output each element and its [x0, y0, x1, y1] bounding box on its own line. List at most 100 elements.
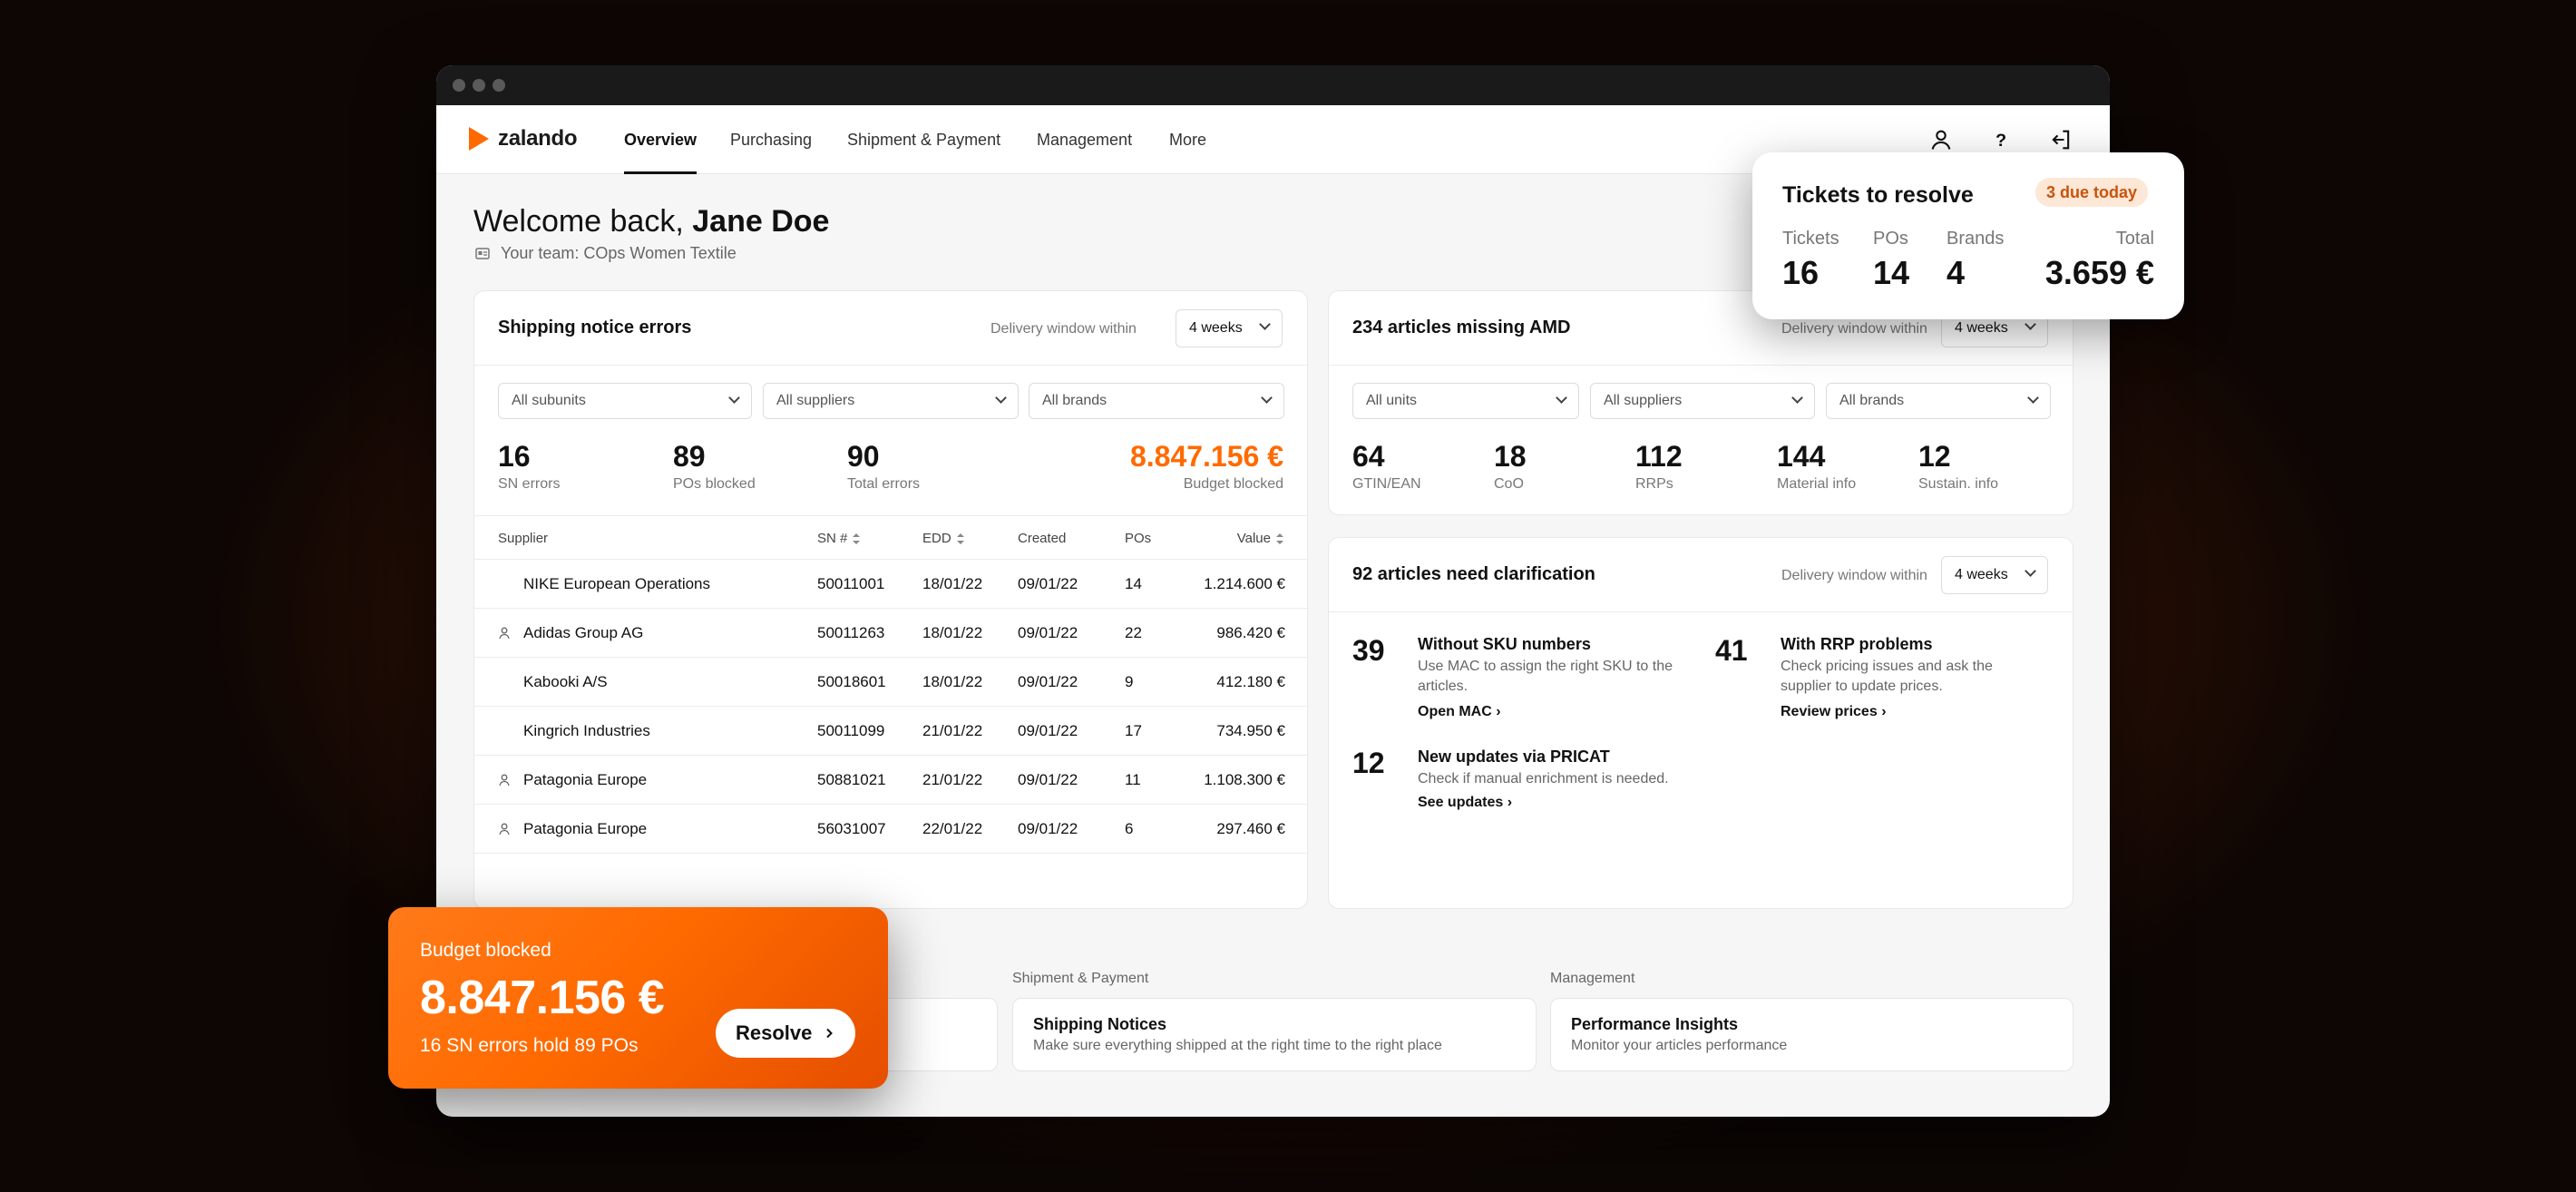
subunit-filter-value: All subunits	[512, 393, 586, 408]
brand-logo[interactable]: zalando	[469, 126, 578, 151]
edd-cell: 22/01/22	[922, 820, 983, 837]
clarification-card-title: 92 articles need clarification	[1352, 564, 1595, 584]
amd-brand-filter[interactable]: All brands	[1826, 383, 2051, 419]
rrp-text: Check pricing issues and ask the supplie…	[1781, 659, 1993, 694]
delivery-window-value: 4 weeks	[1189, 320, 1243, 336]
table-row[interactable]: Kabooki A/S 50018601 18/01/22 09/01/22 9 412.…	[474, 658, 1307, 707]
tab-overview[interactable]: Overview	[624, 105, 698, 174]
person-icon	[499, 774, 510, 787]
col-value[interactable]: Value	[1237, 531, 1283, 546]
amd-unit-filter[interactable]: All units	[1352, 383, 1579, 419]
logout-icon[interactable]	[2048, 127, 2073, 152]
pos-blocked-value: 89	[673, 440, 706, 473]
tab-shipment-payment[interactable]: Shipment & Payment	[847, 105, 1000, 174]
sn-cell: 56031007	[817, 820, 886, 837]
supplier-cell: Kingrich Industries	[523, 722, 650, 739]
tab-management[interactable]: Management	[1037, 105, 1132, 174]
tickets-value: 16	[1782, 254, 1820, 291]
section-management: Management	[1550, 971, 1635, 986]
col-supplier[interactable]: Supplier	[498, 531, 548, 546]
pricat-text: Check if manual enrichment is needed.	[1418, 771, 1669, 787]
review-prices-link[interactable]: Review prices ›	[1781, 704, 1887, 720]
tickets-popup[interactable]: Tickets to resolve 3 due today Tickets 1…	[1752, 152, 2184, 319]
user-name: Jane Doe	[692, 204, 830, 239]
see-updates-link[interactable]: See updates ›	[1418, 795, 1512, 811]
rrps-value: 112	[1635, 440, 1683, 473]
help-icon[interactable]: ?	[1988, 127, 2014, 152]
amd-window-label: Delivery window within	[1781, 321, 1927, 337]
clarification-window-label: Delivery window within	[1781, 568, 1927, 583]
clarification-card: 92 articles need clarification Delivery …	[1328, 537, 2073, 909]
due-today-badge: 3 due today	[2035, 178, 2149, 207]
coo-value: 18	[1494, 440, 1527, 473]
tab-purchasing[interactable]: Purchasing	[730, 105, 812, 174]
tickets-brands-label: Brands	[1947, 229, 2005, 249]
table-row[interactable]: Adidas Group AG 50011263 18/01/22 09/01/22 2…	[474, 609, 1307, 658]
delivery-window-select[interactable]: 4 weeks	[1176, 309, 1283, 347]
open-mac-link[interactable]: Open MAC ›	[1418, 704, 1501, 720]
value-cell: 412.180 €	[1216, 673, 1285, 690]
shipping-notices-text: Make sure everything shipped at the righ…	[1033, 1038, 1442, 1053]
edd-cell: 18/01/22	[922, 624, 983, 641]
performance-insights-module[interactable]: Performance Insights Monitor your articl…	[1550, 998, 2073, 1071]
pricat-count: 12	[1352, 747, 1385, 779]
amd-unit-filter-value: All units	[1366, 393, 1418, 408]
col-created[interactable]: Created	[1018, 531, 1066, 546]
pos-cell: 17	[1125, 722, 1142, 739]
budget-blocked-popup: Budget blocked 8.847.156 € 16 SN errors …	[388, 907, 888, 1089]
person-icon	[499, 627, 510, 640]
team-info: Your team: COps Women Textile	[475, 244, 737, 263]
gtin-value: 64	[1352, 440, 1385, 473]
sku-text: Use MAC to assign the right SKU to the a…	[1418, 659, 1673, 694]
resolve-button[interactable]: Resolve	[716, 1009, 855, 1058]
edd-cell: 21/01/22	[922, 771, 983, 788]
sustain-info-value: 12	[1918, 440, 1951, 473]
amd-window-value: 4 weeks	[1955, 320, 2008, 336]
chevron-down-icon	[1261, 392, 1273, 404]
table-row[interactable]: Patagonia Europe 56031007 22/01/22 09/01/22…	[474, 805, 1307, 854]
chevron-right-icon: ›	[1496, 704, 1501, 719]
pos-cell: 9	[1125, 673, 1134, 690]
pos-cell: 22	[1125, 624, 1142, 641]
created-cell: 09/01/22	[1018, 722, 1078, 739]
delivery-window-label: Delivery window within	[990, 321, 1137, 337]
edd-cell: 18/01/22	[922, 575, 983, 592]
col-sn[interactable]: SN #	[817, 531, 861, 546]
user-icon[interactable]	[1928, 127, 1954, 152]
sn-errors-value: 16	[498, 440, 531, 473]
tickets-total-value: 3.659 €	[2044, 254, 2154, 291]
value-cell: 734.950 €	[1216, 722, 1285, 739]
subunit-filter[interactable]: All subunits	[498, 383, 752, 419]
total-errors-label: Total errors	[847, 476, 921, 492]
rrp-heading: With RRP problems	[1781, 635, 1933, 653]
edd-cell: 18/01/22	[922, 673, 983, 690]
table-row[interactable]: Kingrich Industries 50011099 21/01/22 09/01…	[474, 707, 1307, 756]
chevron-right-icon: ›	[1881, 704, 1887, 719]
sn-cell: 50881021	[817, 771, 886, 788]
clarification-window-select[interactable]: 4 weeks	[1941, 556, 2048, 594]
tickets-pos-label: POs	[1873, 229, 1908, 249]
shipping-notices-module[interactable]: Shipping Notices Make sure everything sh…	[1012, 998, 1537, 1071]
tickets-pos-value: 14	[1873, 254, 1910, 291]
value-cell: 297.460 €	[1216, 820, 1285, 837]
sn-cell: 50011001	[817, 575, 885, 592]
resolve-label: Resolve	[736, 1021, 813, 1044]
table-row[interactable]: NIKE European Operations 50011001 18/01/22…	[474, 560, 1307, 609]
supplier-filter[interactable]: All suppliers	[763, 383, 1019, 419]
brand-filter[interactable]: All brands	[1029, 383, 1284, 419]
tab-more[interactable]: More	[1169, 105, 1206, 174]
material-info-value: 144	[1777, 440, 1826, 473]
amd-card-title: 234 articles missing AMD	[1352, 318, 1571, 337]
window-close-dot[interactable]	[453, 79, 465, 92]
col-pos[interactable]: POs	[1125, 531, 1151, 546]
window-minimize-dot[interactable]	[473, 79, 485, 92]
amd-supplier-filter[interactable]: All suppliers	[1590, 383, 1815, 419]
table-row[interactable]: Patagonia Europe 50881021 21/01/22 09/01/22…	[474, 756, 1307, 805]
col-edd-label: EDD	[922, 531, 951, 546]
created-cell: 09/01/22	[1018, 575, 1078, 592]
section-shipment-payment: Shipment & Payment	[1012, 971, 1149, 986]
window-maximize-dot[interactable]	[493, 79, 505, 92]
rrps-label: RRPs	[1635, 476, 1673, 492]
col-edd[interactable]: EDD	[922, 531, 964, 546]
created-cell: 09/01/22	[1018, 624, 1078, 641]
